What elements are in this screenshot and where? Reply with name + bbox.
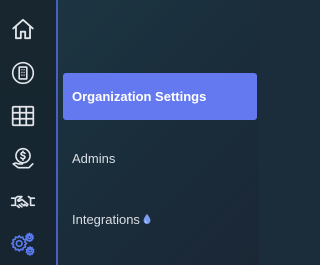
building-icon xyxy=(11,61,35,85)
nav-billing[interactable] xyxy=(9,145,37,173)
menu-item-label: Integrations xyxy=(72,211,140,227)
nav-organization[interactable] xyxy=(9,59,37,87)
handshake-icon xyxy=(10,195,36,209)
nav-table[interactable] xyxy=(9,102,37,130)
menu-item-integrations[interactable]: Integrations xyxy=(63,195,257,243)
nav-settings[interactable] xyxy=(9,230,37,258)
home-icon xyxy=(12,18,34,40)
nav-partners[interactable] xyxy=(9,188,37,216)
menu-item-admins[interactable]: Admins xyxy=(63,134,257,182)
menu-item-label: Organization Settings xyxy=(72,89,207,104)
money-hand-icon xyxy=(12,147,34,169)
menu-item-organization-settings[interactable]: Organization Settings xyxy=(63,73,257,120)
table-icon xyxy=(11,105,35,127)
nav-home[interactable] xyxy=(9,15,37,43)
gears-icon xyxy=(11,232,35,256)
droplet-icon xyxy=(143,213,151,224)
menu-item-label: Admins xyxy=(72,150,116,166)
